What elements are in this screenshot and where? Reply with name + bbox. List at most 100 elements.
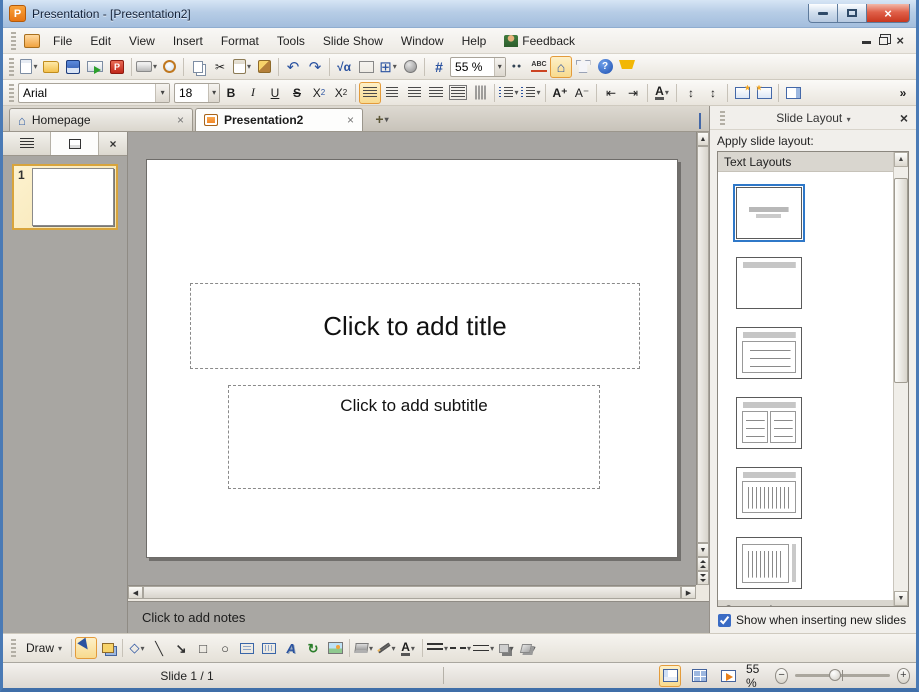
threed-style-button[interactable]: ▾ bbox=[517, 637, 539, 659]
menu-item-edit[interactable]: Edit bbox=[81, 31, 120, 51]
hyperlink-button[interactable] bbox=[399, 56, 421, 78]
decrease-line-spacing-button[interactable]: ↕ bbox=[702, 82, 724, 104]
gridlines-button[interactable]: # bbox=[428, 56, 450, 78]
bold-button[interactable]: B bbox=[220, 82, 242, 104]
cut-button[interactable]: ✂ bbox=[209, 56, 231, 78]
title-placeholder[interactable]: Click to add title bbox=[190, 283, 640, 369]
redo-button[interactable]: ↷ bbox=[304, 56, 326, 78]
layout-title-content[interactable] bbox=[726, 318, 812, 388]
font-size-input[interactable] bbox=[175, 85, 208, 101]
subscript-button[interactable]: X2 bbox=[330, 82, 352, 104]
menu-item-feedback[interactable]: Feedback bbox=[495, 31, 584, 51]
new-document-button[interactable]: ▾ bbox=[18, 56, 40, 78]
select-tool-button[interactable] bbox=[75, 637, 97, 659]
autoshapes-button[interactable]: ◇▾ bbox=[126, 637, 148, 659]
slide-sorter-button[interactable] bbox=[688, 665, 710, 687]
notes-area[interactable]: Click to add notes bbox=[128, 601, 709, 633]
scroll-down-icon[interactable]: ▼ bbox=[894, 591, 908, 606]
arrow-style-button[interactable]: ▾ bbox=[472, 637, 495, 659]
subtitle-placeholder[interactable]: Click to add subtitle bbox=[228, 385, 600, 489]
outline-view-tab[interactable] bbox=[3, 132, 51, 155]
layout-title-two-content[interactable] bbox=[726, 388, 812, 458]
justify-button[interactable] bbox=[425, 82, 447, 104]
scroll-up-icon[interactable]: ▲ bbox=[697, 132, 709, 146]
layout-title-vertical-text[interactable] bbox=[726, 458, 812, 528]
align-right-button[interactable] bbox=[403, 82, 425, 104]
vertical-text-box-button[interactable] bbox=[258, 637, 280, 659]
scrollbar-thumb[interactable] bbox=[894, 178, 908, 383]
wordart-button[interactable]: A bbox=[280, 637, 302, 659]
dash-style-button[interactable]: ▾ bbox=[449, 637, 472, 659]
layout-title-slide[interactable] bbox=[726, 178, 812, 248]
pane-grip[interactable] bbox=[720, 111, 725, 125]
rotate-button[interactable]: ↻ bbox=[302, 637, 324, 659]
menu-item-window[interactable]: Window bbox=[392, 31, 453, 51]
zoom-dropdown[interactable]: ▾ bbox=[494, 58, 506, 76]
align-left-button[interactable] bbox=[359, 82, 381, 104]
show-when-inserting-checkbox[interactable] bbox=[718, 614, 731, 627]
next-slide-button[interactable] bbox=[697, 571, 709, 585]
task-pane-button[interactable] bbox=[782, 82, 804, 104]
menu-item-insert[interactable]: Insert bbox=[164, 31, 212, 51]
vertical-scroll-track[interactable] bbox=[697, 146, 709, 543]
align-center-button[interactable] bbox=[381, 82, 403, 104]
distribute-button[interactable] bbox=[447, 82, 469, 104]
previous-slide-button[interactable] bbox=[697, 557, 709, 571]
vertical-scrollbar[interactable]: ▲ ▼ bbox=[696, 132, 709, 585]
strikethrough-button[interactable]: S bbox=[286, 82, 308, 104]
layout-vertical-title-text[interactable] bbox=[726, 528, 812, 598]
draw-font-color-button[interactable]: A▾ bbox=[397, 637, 419, 659]
mdi-minimize-icon[interactable] bbox=[862, 41, 871, 44]
find-button[interactable]: ●● bbox=[506, 56, 528, 78]
font-size-dropdown[interactable]: ▾ bbox=[208, 84, 219, 102]
close-button[interactable]: × bbox=[866, 4, 910, 23]
arrow-tool-button[interactable]: ↘ bbox=[170, 637, 192, 659]
task-pane-close-icon[interactable]: × bbox=[898, 110, 910, 126]
print-preview-button[interactable] bbox=[158, 56, 180, 78]
font-name-input[interactable] bbox=[19, 85, 155, 101]
menu-item-tools[interactable]: Tools bbox=[268, 31, 314, 51]
menu-item-file[interactable]: File bbox=[44, 31, 81, 51]
decrease-indent-button[interactable]: ⇤ bbox=[600, 82, 622, 104]
zoom-slider[interactable] bbox=[795, 674, 890, 677]
scroll-left-icon[interactable]: ◀ bbox=[128, 586, 143, 599]
undo-button[interactable]: ↶ bbox=[282, 56, 304, 78]
new-tab-button[interactable]: +▾ bbox=[369, 109, 395, 129]
zoom-input[interactable] bbox=[451, 59, 494, 75]
insert-chart-button[interactable] bbox=[355, 56, 377, 78]
line-style-button[interactable]: ▾ bbox=[426, 637, 449, 659]
tab-homepage[interactable]: ⌂ Homepage × bbox=[9, 108, 193, 131]
line-color-button[interactable]: ▾ bbox=[375, 637, 397, 659]
mdi-restore-icon[interactable] bbox=[879, 37, 888, 45]
insert-picture-button[interactable] bbox=[324, 637, 346, 659]
copy-button[interactable] bbox=[187, 56, 209, 78]
help-button[interactable]: ? bbox=[594, 56, 616, 78]
skin-button[interactable] bbox=[572, 56, 594, 78]
slides-view-tab[interactable] bbox=[51, 132, 99, 155]
export-pdf-button[interactable]: P bbox=[106, 56, 128, 78]
draw-menu-button[interactable]: Draw▾ bbox=[20, 637, 68, 659]
fill-color-button[interactable]: ▾ bbox=[353, 637, 375, 659]
layout-scrollbar[interactable]: ▲ ▼ bbox=[893, 152, 908, 606]
horizontal-scrollbar[interactable]: ◀ ▶ bbox=[128, 585, 696, 599]
toolbar-grip[interactable] bbox=[11, 32, 16, 50]
toolbar-grip[interactable] bbox=[9, 58, 14, 76]
horizontal-scroll-track[interactable] bbox=[143, 586, 681, 599]
spellcheck-button[interactable]: ABC bbox=[528, 56, 550, 78]
open-button[interactable] bbox=[40, 56, 62, 78]
panel-close-icon[interactable]: × bbox=[99, 132, 127, 155]
increase-font-button[interactable]: A⁺ bbox=[549, 82, 571, 104]
font-color-button[interactable]: A▾ bbox=[651, 82, 673, 104]
normal-view-button[interactable] bbox=[659, 665, 681, 687]
toolbar-grip[interactable] bbox=[9, 84, 14, 102]
decrease-font-button[interactable]: A⁻ bbox=[571, 82, 593, 104]
zoom-in-button[interactable]: + bbox=[897, 668, 910, 684]
store-button[interactable] bbox=[616, 56, 638, 78]
bullet-list-button[interactable]: ▾ bbox=[520, 82, 542, 104]
layout-title-only[interactable] bbox=[726, 248, 812, 318]
window-list-button[interactable] bbox=[699, 114, 701, 128]
slide-thumbnail-1[interactable]: 1 bbox=[12, 164, 118, 230]
shadow-style-button[interactable]: ▾ bbox=[495, 637, 517, 659]
slide-editing-area[interactable]: Click to add title Click to add subtitle bbox=[146, 159, 678, 558]
superscript-button[interactable]: X2 bbox=[308, 82, 330, 104]
